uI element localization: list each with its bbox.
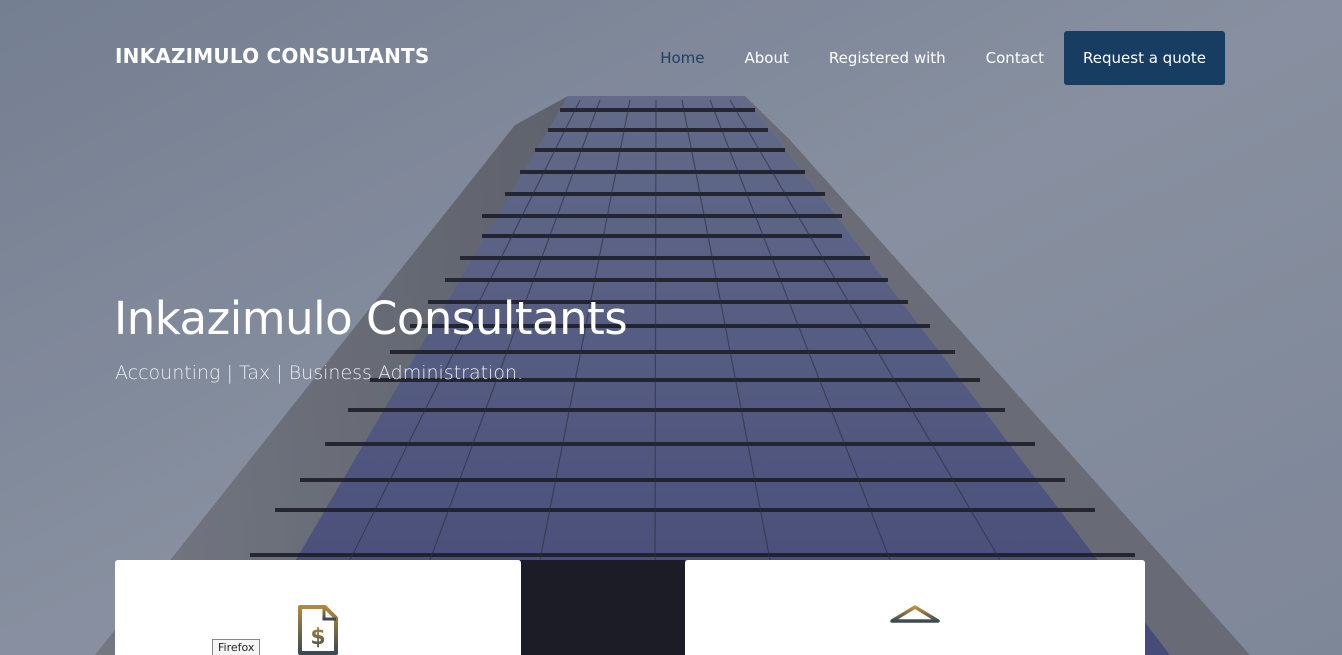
hero-subtitle: Accounting | Tax | Business Administrati… bbox=[115, 362, 524, 384]
main-navigation: Home About Registered with Contact Reque… bbox=[660, 31, 1225, 85]
hero-section: INKAZIMULO CONSULTANTS Home About Regist… bbox=[0, 0, 1342, 655]
hero-title: Inkazimulo Consultants bbox=[114, 292, 628, 345]
service-card-tax[interactable] bbox=[685, 560, 1145, 655]
svg-text:$: $ bbox=[310, 625, 325, 650]
nav-item-registered-with[interactable]: Registered with bbox=[829, 49, 946, 67]
bank-building-icon bbox=[889, 604, 941, 655]
nav-item-contact[interactable]: Contact bbox=[986, 49, 1044, 67]
nav-item-home[interactable]: Home bbox=[660, 49, 704, 67]
service-card-accounting[interactable]: $ bbox=[115, 560, 521, 655]
browser-tooltip: Firefox bbox=[212, 639, 261, 655]
request-quote-button[interactable]: Request a quote bbox=[1064, 31, 1225, 85]
nav-item-about[interactable]: About bbox=[745, 49, 789, 67]
site-logo-text[interactable]: INKAZIMULO CONSULTANTS bbox=[115, 44, 430, 68]
document-dollar-icon: $ bbox=[297, 604, 339, 655]
